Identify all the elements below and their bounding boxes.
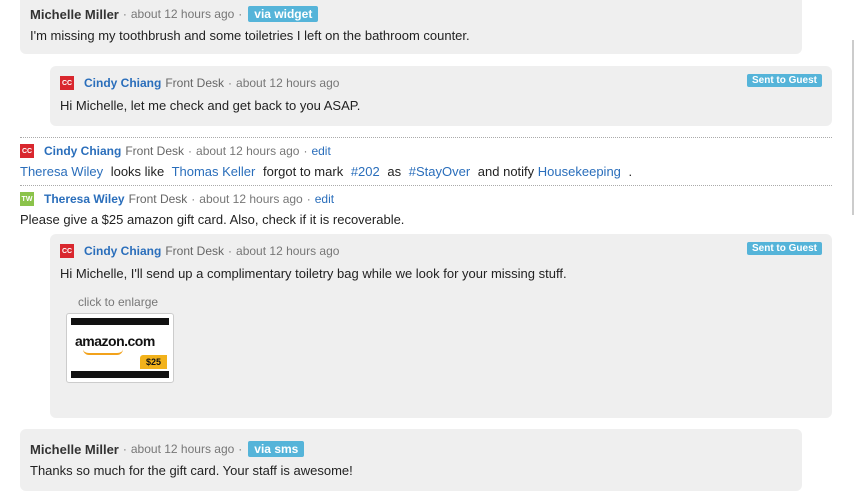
gift-card-thumbnail[interactable]: amazon.com $25 bbox=[66, 313, 174, 383]
timestamp: about 12 hours ago bbox=[236, 244, 340, 258]
internal-note-1: CC Cindy Chiang Front Desk · about 12 ho… bbox=[20, 144, 832, 179]
edit-link[interactable]: edit bbox=[311, 144, 330, 158]
staff-reply-2: CC Cindy Chiang Front Desk · about 12 ho… bbox=[50, 234, 832, 418]
timestamp: about 12 hours ago bbox=[199, 192, 303, 206]
staff-role: Front Desk bbox=[125, 144, 185, 158]
guest-message-2: Michelle Miller · about 12 hours ago · v… bbox=[20, 429, 802, 491]
reply-text: Hi Michelle, let me check and get back t… bbox=[60, 98, 361, 113]
message-meta: Michelle Miller · about 12 hours ago · v… bbox=[30, 6, 792, 22]
mention-link[interactable]: Thomas Keller bbox=[172, 164, 256, 179]
note-text: Please give a $25 amazon gift card. Also… bbox=[20, 212, 405, 227]
message-text: I'm missing my toothbrush and some toile… bbox=[30, 28, 470, 43]
avatar: CC bbox=[60, 76, 74, 90]
timestamp: about 12 hours ago bbox=[236, 76, 340, 90]
internal-note-2: TW Theresa Wiley Front Desk · about 12 h… bbox=[20, 192, 832, 227]
note-meta: CC Cindy Chiang Front Desk · about 12 ho… bbox=[20, 144, 331, 158]
click-to-enlarge-label: click to enlarge bbox=[78, 295, 159, 309]
reply-meta: CC Cindy Chiang Front Desk · about 12 ho… bbox=[60, 244, 340, 258]
avatar: CC bbox=[20, 144, 34, 158]
reply-text: Hi Michelle, I'll send up a complimentar… bbox=[60, 266, 567, 281]
gift-card-image: amazon.com $25 bbox=[71, 318, 169, 378]
via-badge: via sms bbox=[248, 441, 305, 457]
tag-link[interactable]: #202 bbox=[351, 164, 380, 179]
sent-to-guest-badge: Sent to Guest bbox=[746, 242, 822, 255]
mention-link[interactable]: Housekeeping bbox=[538, 164, 621, 179]
mention-link[interactable]: Theresa Wiley bbox=[20, 164, 103, 179]
guest-name: Michelle Miller bbox=[30, 441, 119, 457]
divider bbox=[20, 137, 832, 138]
staff-name-link[interactable]: Cindy Chiang bbox=[84, 244, 161, 258]
guest-message-1: Michelle Miller · about 12 hours ago · v… bbox=[20, 0, 802, 54]
avatar: TW bbox=[20, 192, 34, 206]
staff-role: Front Desk bbox=[165, 244, 225, 258]
amazon-logo: amazon.com bbox=[75, 333, 155, 349]
staff-name-link[interactable]: Cindy Chiang bbox=[44, 144, 121, 158]
timestamp: about 12 hours ago bbox=[130, 442, 235, 456]
staff-name-link[interactable]: Cindy Chiang bbox=[84, 76, 161, 90]
staff-name-link[interactable]: Theresa Wiley bbox=[44, 192, 125, 206]
guest-name: Michelle Miller bbox=[30, 6, 119, 22]
message-meta: Michelle Miller · about 12 hours ago · v… bbox=[30, 441, 792, 457]
amazon-smile-icon bbox=[83, 349, 123, 355]
via-badge: via widget bbox=[248, 6, 319, 22]
sent-to-guest-badge: Sent to Guest bbox=[746, 74, 822, 87]
note-meta: TW Theresa Wiley Front Desk · about 12 h… bbox=[20, 192, 335, 206]
card-amount: $25 bbox=[139, 355, 167, 369]
note-text: Theresa Wiley looks like Thomas Keller f… bbox=[20, 164, 633, 179]
staff-role: Front Desk bbox=[165, 76, 225, 90]
staff-reply-1: CC Cindy Chiang Front Desk · about 12 ho… bbox=[50, 66, 832, 126]
timestamp: about 12 hours ago bbox=[196, 144, 300, 158]
edit-link[interactable]: edit bbox=[315, 192, 334, 206]
message-text: Thanks so much for the gift card. Your s… bbox=[30, 463, 353, 478]
timestamp: about 12 hours ago bbox=[130, 7, 235, 21]
tag-link[interactable]: #StayOver bbox=[409, 164, 470, 179]
divider bbox=[20, 185, 832, 186]
reply-meta: CC Cindy Chiang Front Desk · about 12 ho… bbox=[60, 76, 340, 90]
staff-role: Front Desk bbox=[128, 192, 188, 206]
avatar: CC bbox=[60, 244, 74, 258]
